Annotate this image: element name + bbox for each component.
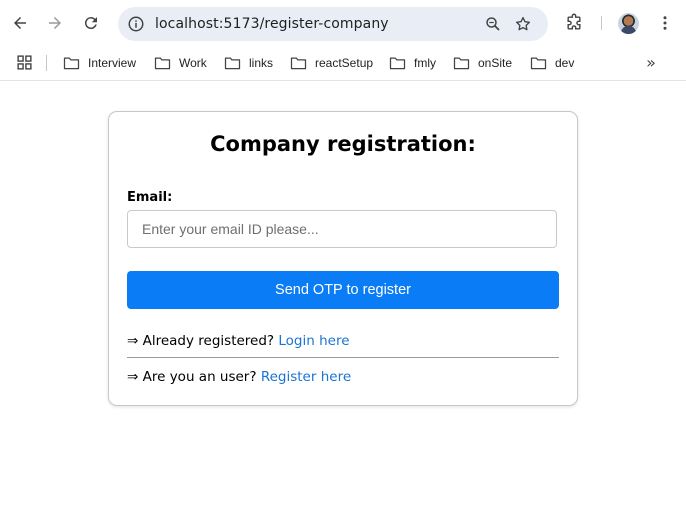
login-link[interactable]: Login here (278, 333, 349, 349)
bookmark-label: Interview (88, 56, 137, 70)
folder-icon (154, 57, 171, 70)
toolbar-separator (601, 16, 602, 30)
apps-grid-icon[interactable] (16, 54, 33, 71)
email-input[interactable] (127, 210, 557, 248)
bookmark-label: links (249, 56, 274, 70)
bookmarks-bar: Interview Work links reactSetup fmly onS… (0, 46, 686, 81)
send-otp-button[interactable]: Send OTP to register (127, 271, 559, 309)
folder-icon (290, 57, 307, 70)
login-row: ⇒ Already registered? Login here (127, 333, 350, 349)
bookmark-label: dev (555, 56, 575, 70)
folder-icon (453, 57, 470, 70)
folder-icon (63, 57, 80, 70)
more-bookmarks-chevron-icon[interactable]: » (642, 54, 660, 72)
register-link[interactable]: Register here (261, 369, 351, 385)
bookmark-folder-fmly[interactable]: fmly (389, 52, 436, 74)
address-bar[interactable]: localhost:5173/register-company (118, 7, 548, 41)
bookmark-folder-onsite[interactable]: onSite (453, 52, 512, 74)
profile-avatar[interactable] (618, 13, 639, 34)
user-register-row: ⇒ Are you an user? Register here (127, 369, 351, 385)
browser-toolbar: localhost:5173/register-company (0, 0, 686, 46)
bookmark-folder-work[interactable]: Work (154, 52, 207, 74)
bookmark-star-icon[interactable] (514, 15, 532, 33)
folder-icon (224, 57, 241, 70)
extensions-puzzle-icon[interactable] (564, 13, 584, 33)
forward-button[interactable] (40, 8, 70, 38)
bookmark-folder-reactsetup[interactable]: reactSetup (290, 52, 373, 74)
zoom-icon[interactable] (484, 15, 502, 33)
already-registered-text: Already registered? (142, 333, 275, 349)
forward-arrow-icon (49, 17, 61, 29)
back-button[interactable] (5, 8, 35, 38)
divider (127, 357, 559, 358)
registration-card: Company registration: Email: Send OTP to… (108, 111, 578, 406)
reload-button[interactable] (76, 8, 106, 38)
bookmarks-separator (46, 55, 47, 71)
folder-icon (530, 57, 547, 70)
folder-icon (389, 57, 406, 70)
url-text[interactable]: localhost:5173/register-company (155, 7, 389, 41)
page-title: Company registration: (210, 132, 476, 156)
email-label: Email: (127, 190, 173, 205)
arrow-icon: ⇒ (127, 369, 139, 385)
bookmark-label: Work (179, 56, 207, 70)
bookmark-label: fmly (414, 56, 436, 70)
kebab-menu-icon[interactable] (656, 13, 674, 33)
site-info-icon[interactable] (127, 15, 145, 33)
bookmark-folder-dev[interactable]: dev (530, 52, 574, 74)
bookmark-label: reactSetup (315, 56, 374, 70)
arrow-icon: ⇒ (127, 333, 139, 349)
reload-icon (84, 17, 97, 30)
bookmark-folder-links[interactable]: links (224, 52, 273, 74)
bookmark-folder-interview[interactable]: Interview (63, 52, 136, 74)
bookmark-label: onSite (478, 56, 513, 70)
user-question-text: Are you an user? (142, 369, 257, 385)
back-arrow-icon (14, 17, 26, 29)
